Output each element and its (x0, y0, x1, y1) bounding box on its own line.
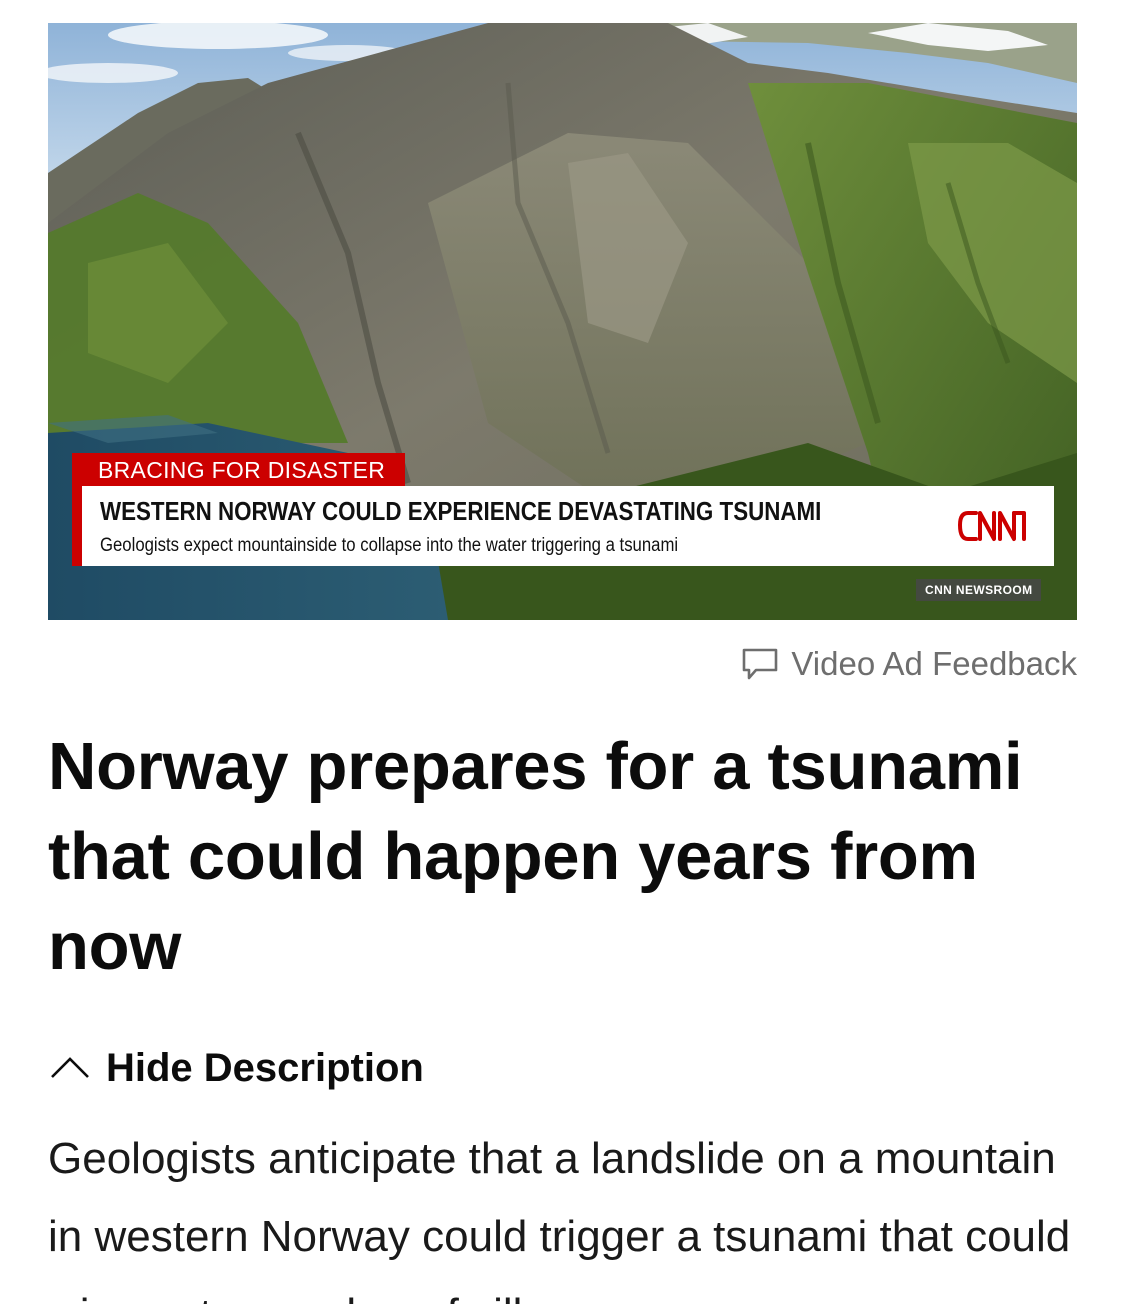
article-description: Geologists anticipate that a landslide o… (48, 1134, 1071, 1304)
program-tag: CNN NEWSROOM (916, 579, 1042, 601)
chyron-headline: WESTERN NORWAY COULD EXPERIENCE DEVASTAT… (100, 496, 822, 526)
video-ad-feedback-link[interactable]: Video Ad Feedback (741, 644, 1077, 684)
feedback-icon (743, 648, 778, 680)
article-headline: Norway prepares for a tsunami that could… (48, 729, 1023, 984)
video-player[interactable]: BRACING FOR DISASTER WESTERN NORWAY COUL… (48, 23, 1077, 620)
article-page: BRACING FOR DISASTER WESTERN NORWAY COUL… (0, 0, 1125, 1304)
chyron-label: BRACING FOR DISASTER (72, 453, 406, 487)
hide-description-button[interactable]: Hide Description (48, 1040, 424, 1096)
video-ad-feedback-label: Video Ad Feedback (791, 645, 1077, 682)
hide-description-label: Hide Description (106, 1045, 424, 1090)
chevron-up-icon (51, 1057, 89, 1078)
chyron-box: WESTERN NORWAY COULD EXPERIENCE DEVASTAT… (72, 486, 1054, 566)
chyron-subheadline: Geologists expect mountainside to collap… (100, 535, 679, 556)
cnn-logo (958, 511, 1026, 541)
